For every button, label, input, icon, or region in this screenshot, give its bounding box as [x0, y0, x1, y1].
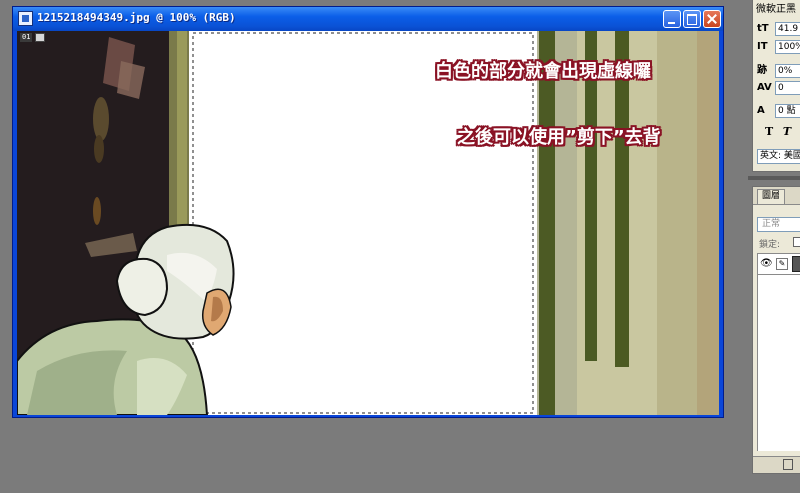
document-titlebar[interactable]: 1215218494349.jpg @ 100% (RGB) — [13, 7, 723, 31]
language-select[interactable]: 英文: 美國 — [757, 149, 800, 164]
font-family-field[interactable]: 微軟正黑 — [756, 3, 800, 17]
document-window[interactable]: 1215218494349.jpg @ 100% (RGB) 01 白色的部分就… — [12, 6, 724, 418]
brush-icon: ✎ — [776, 258, 788, 270]
vertical-scale-icon: IT — [757, 41, 768, 52]
layer-thumbnail — [792, 256, 800, 272]
eye-icon[interactable]: 👁 — [760, 259, 773, 269]
photoshop-document-icon — [18, 11, 33, 26]
kerning-icon: AV — [757, 82, 772, 93]
image-canvas[interactable]: 01 白色的部分就會出現虛線囉 之後可以使用”剪下”去背 — [17, 31, 719, 415]
tracking-field[interactable]: 0% — [775, 64, 800, 78]
lock-transparency-checkbox[interactable] — [793, 237, 800, 247]
text-style-buttons: T T — [765, 125, 797, 138]
layer-row[interactable]: 👁 ✎ — [757, 253, 800, 275]
layers-tab-strip: 圖層 — [753, 187, 800, 205]
close-button[interactable] — [703, 10, 721, 28]
document-title: 1215218494349.jpg @ 100% (RGB) — [37, 11, 236, 24]
vertical-scale-field[interactable]: 100% — [775, 40, 800, 54]
kerning-field[interactable]: 0 — [775, 81, 800, 95]
layers-footer — [753, 456, 800, 473]
maximize-icon — [684, 11, 700, 27]
font-size-icon: tT — [757, 23, 769, 34]
navigator-chip: 01 — [20, 33, 33, 42]
maximize-button[interactable] — [683, 10, 701, 28]
baseline-shift-field[interactable]: 0 點 — [775, 104, 800, 118]
minimize-button[interactable] — [663, 10, 681, 28]
layers-panel: 圖層 正常 鎖定: 👁 ✎ — [752, 186, 800, 474]
faux-italic-button[interactable]: T — [783, 125, 797, 138]
baseline-shift-icon: A — [757, 105, 765, 116]
tab-layers[interactable]: 圖層 — [757, 189, 785, 204]
lock-label: 鎖定: — [759, 240, 781, 250]
font-size-field[interactable]: 41.9 — [775, 22, 800, 36]
panel-divider — [748, 176, 800, 180]
annotation-text: 之後可以使用”剪下”去背 — [457, 127, 661, 148]
character-panel: 微軟正黑 tT 41.9 IT 100% 跡 0% AV 0 A 0 點 T T… — [752, 0, 800, 172]
close-icon — [704, 11, 720, 27]
blend-mode-select[interactable]: 正常 — [757, 217, 800, 232]
tracking-icon: 跡 — [757, 65, 767, 76]
annotation-text: 白色的部分就會出現虛線囉 — [435, 61, 651, 82]
minimize-icon — [664, 11, 680, 27]
image-thumbnail-icon — [35, 33, 45, 42]
canvas-artwork — [17, 31, 719, 415]
faux-bold-button[interactable]: T — [765, 125, 779, 138]
layer-list — [757, 275, 800, 451]
trash-icon[interactable] — [783, 459, 793, 470]
